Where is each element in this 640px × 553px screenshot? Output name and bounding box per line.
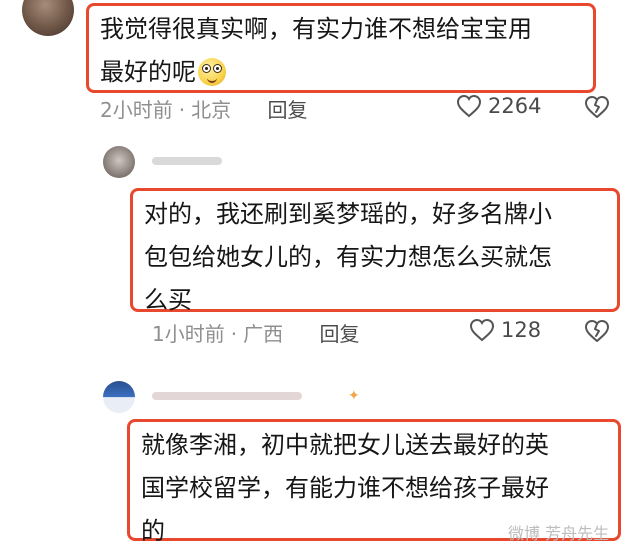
vip-badge-icon: ✦ <box>348 388 360 404</box>
comment-time: 1小时前 <box>152 322 225 346</box>
comment-text-box: 我觉得很真实啊，有实力谁不想给宝宝用 最好的呢 <box>86 3 596 93</box>
heart-icon <box>456 94 482 118</box>
heart-icon <box>469 318 495 342</box>
like-button[interactable]: 128 <box>469 318 541 342</box>
avatar[interactable] <box>103 146 135 178</box>
like-count: 2264 <box>488 94 542 118</box>
avatar[interactable] <box>22 0 74 36</box>
comment-time: 2小时前 <box>100 98 173 122</box>
avatar[interactable] <box>103 381 135 413</box>
broken-heart-icon <box>585 96 609 118</box>
username-blurred[interactable] <box>152 157 222 165</box>
comment-meta: 1小时前 · 广西 回复 <box>152 318 359 347</box>
dislike-button[interactable] <box>584 319 610 347</box>
like-button[interactable]: 2264 <box>456 94 541 118</box>
smile-emoji-icon <box>198 58 226 86</box>
comment-meta: 2小时前 · 北京 回复 <box>100 94 307 123</box>
dislike-button[interactable] <box>584 95 610 123</box>
reply-button[interactable]: 回复 <box>319 322 359 346</box>
username-blurred[interactable] <box>152 392 302 400</box>
like-count: 128 <box>501 318 542 342</box>
comment-text-box: 对的，我还刷到奚梦瑶的，好多名牌小 包包给她女儿的，有实力想怎么买就怎 么买 <box>130 188 620 314</box>
comment-text: 我觉得很真实啊，有实力谁不想给宝宝用 最好的呢 <box>100 15 532 86</box>
comment-text: 对的，我还刷到奚梦瑶的，好多名牌小 包包给她女儿的，有实力想怎么买就怎 么买 <box>144 200 552 314</box>
separator-dot: · <box>230 322 238 346</box>
comment-location: 北京 <box>191 98 232 122</box>
broken-heart-icon <box>585 320 609 342</box>
separator-dot: · <box>178 98 186 122</box>
comment-text: 就像李湘，初中就把女儿送去最好的英 国学校留学，有能力谁不想给孩子最好 的 <box>141 431 549 545</box>
reply-button[interactable]: 回复 <box>267 98 307 122</box>
watermark: 微博 芳舟先生 <box>508 524 610 543</box>
comment-location: 广西 <box>243 322 284 346</box>
